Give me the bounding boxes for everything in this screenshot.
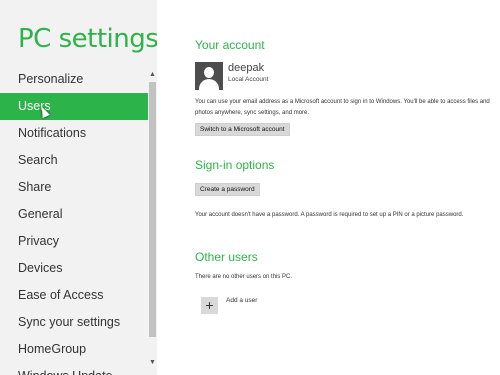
- create-password-button[interactable]: Create a password: [195, 183, 260, 196]
- nav-list: Personalize Users Notifications Search S…: [0, 66, 148, 375]
- nav-item-search[interactable]: Search: [0, 147, 148, 174]
- account-type: Local Account: [228, 76, 269, 83]
- user-icon: [195, 62, 223, 90]
- user-name: deepak: [228, 62, 265, 74]
- nav-item-general[interactable]: General: [0, 201, 148, 228]
- nav-item-privacy[interactable]: Privacy: [0, 228, 148, 255]
- password-description: Your account doesn't have a password. A …: [195, 212, 464, 218]
- scroll-down-icon[interactable]: ▼: [148, 358, 157, 368]
- other-users-heading: Other users: [195, 250, 258, 264]
- nav-item-share[interactable]: Share: [0, 174, 148, 201]
- main-content: Your account deepak Local Account You ca…: [195, 0, 500, 375]
- nav-item-ease-of-access[interactable]: Ease of Access: [0, 282, 148, 309]
- account-description: You can use your email address as a Micr…: [195, 99, 490, 116]
- nav-item-notifications[interactable]: Notifications: [0, 120, 148, 147]
- nav-item-users[interactable]: Users: [0, 93, 148, 120]
- nav-item-devices[interactable]: Devices: [0, 255, 148, 282]
- sign-in-options-heading: Sign-in options: [195, 158, 275, 172]
- scroll-up-icon[interactable]: ▲: [148, 70, 157, 80]
- your-account-heading: Your account: [195, 38, 265, 52]
- sidebar: PC settings Personalize Users Notificati…: [0, 0, 157, 375]
- switch-microsoft-account-button[interactable]: Switch to a Microsoft account: [195, 123, 290, 136]
- nav-item-homegroup[interactable]: HomeGroup: [0, 336, 148, 363]
- nav-item-windows-update[interactable]: Windows Update: [0, 363, 148, 375]
- nav-item-sync-settings[interactable]: Sync your settings: [0, 309, 148, 336]
- scroll-thumb[interactable]: [149, 82, 156, 337]
- plus-icon[interactable]: +: [201, 297, 218, 314]
- add-user-button[interactable]: Add a user: [226, 297, 257, 304]
- app-title: PC settings: [18, 24, 157, 54]
- other-users-description: There are no other users on this PC.: [195, 274, 293, 280]
- nav-item-personalize[interactable]: Personalize: [0, 66, 148, 93]
- sidebar-scrollbar[interactable]: ▲ ▼: [148, 66, 157, 375]
